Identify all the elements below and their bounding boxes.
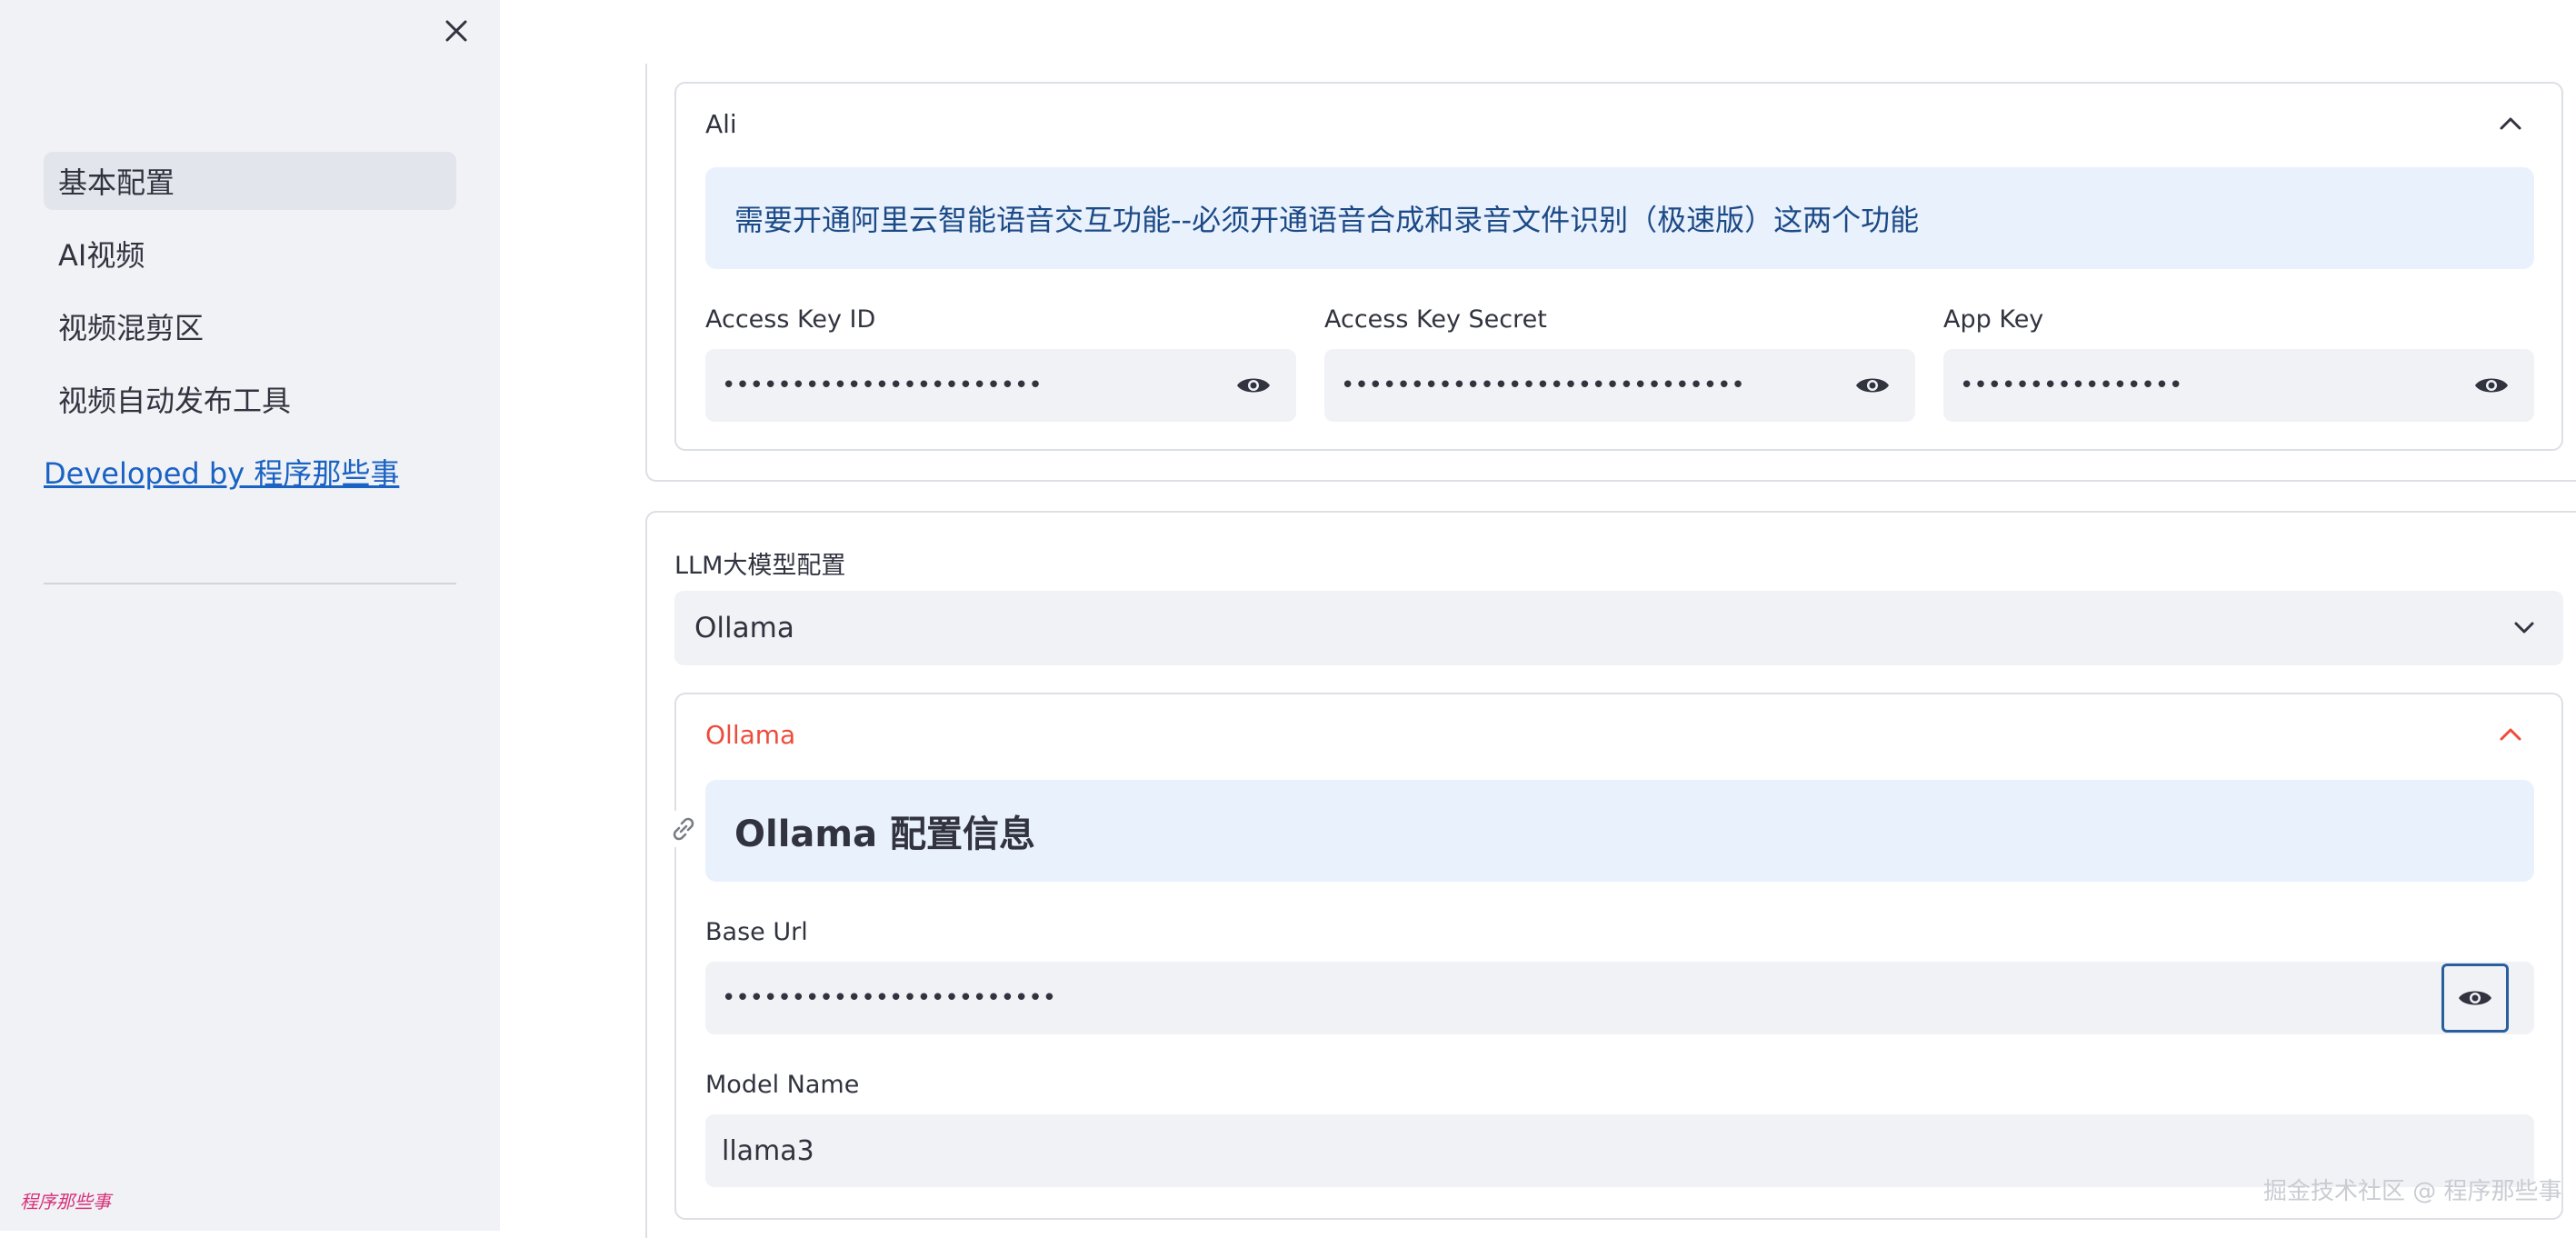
- nav-item-label: 视频自动发布工具: [58, 384, 292, 418]
- sidebar-nav: 基本配置 AI视频 视频混剪区 视频自动发布工具: [44, 152, 456, 443]
- nav-item-label: 视频混剪区: [58, 311, 205, 345]
- ollama-info-title: Ollama 配置信息: [734, 814, 1036, 855]
- access-key-secret-input[interactable]: •••••••••••••••••••••••••••••: [1324, 349, 1915, 422]
- anchor-link-button[interactable]: [664, 809, 704, 849]
- ollama-expander-header[interactable]: Ollama: [705, 720, 795, 750]
- nav-item-label: AI视频: [58, 238, 145, 273]
- toggle-base-url-visibility[interactable]: [2441, 963, 2509, 1033]
- model-name-label: Model Name: [705, 1071, 860, 1099]
- nav-item-ai-video[interactable]: AI视频: [44, 225, 456, 283]
- app-key-value: ••••••••••••••••: [1960, 372, 2183, 399]
- base-url-label: Base Url: [705, 918, 808, 946]
- toggle-access-key-secret-visibility[interactable]: [1853, 367, 1892, 404]
- developer-link[interactable]: Developed by 程序那些事: [44, 451, 399, 493]
- base-url-input[interactable]: ••••••••••••••••••••••••: [705, 962, 2534, 1034]
- close-icon: [445, 20, 467, 42]
- ali-expander: Ali 需要开通阿里云智能语音交互功能--必须开通语音合成和录音文件识别（极速版…: [674, 82, 2563, 451]
- ollama-expander: Ollama Ollama 配置信息 Base Url ••••••••••••…: [664, 693, 2563, 1220]
- eye-icon: [2475, 378, 2508, 393]
- ollama-info-heading: Ollama 配置信息: [705, 780, 2534, 882]
- nav-item-auto-publish[interactable]: 视频自动发布工具: [44, 370, 456, 428]
- collapse-ollama-button[interactable]: [2496, 720, 2525, 749]
- collapse-ali-button[interactable]: [2496, 109, 2525, 138]
- model-name-input[interactable]: llama3: [705, 1114, 2534, 1187]
- access-key-secret-label: Access Key Secret: [1324, 305, 1547, 334]
- eye-icon: [1237, 378, 1270, 393]
- chevron-up-icon: [2500, 728, 2521, 741]
- nav-item-video-mix[interactable]: 视频混剪区: [44, 297, 456, 355]
- nav-item-label: 基本配置: [58, 165, 175, 200]
- app-key-input[interactable]: ••••••••••••••••: [1943, 349, 2534, 422]
- close-sidebar-button[interactable]: [438, 13, 474, 49]
- eye-icon: [2459, 991, 2491, 1005]
- chevron-up-icon: [2500, 117, 2521, 130]
- app-key-label: App Key: [1943, 305, 2044, 334]
- ali-expander-header[interactable]: Ali: [705, 109, 737, 139]
- access-key-id-input[interactable]: •••••••••••••••••••••••: [705, 349, 1296, 422]
- eye-icon: [1856, 378, 1889, 393]
- sidebar-divider: [44, 583, 456, 584]
- model-name-value: llama3: [722, 1134, 814, 1167]
- ali-info-text: 需要开通阿里云智能语音交互功能--必须开通语音合成和录音文件识别（极速版）这两个…: [734, 203, 1920, 237]
- link-icon: [673, 817, 694, 841]
- llm-select[interactable]: Ollama: [674, 591, 2563, 665]
- nav-item-basic-config[interactable]: 基本配置: [44, 152, 456, 210]
- access-key-id-value: •••••••••••••••••••••••: [722, 372, 1043, 399]
- chevron-down-icon: [2514, 622, 2534, 634]
- ali-info-alert: 需要开通阿里云智能语音交互功能--必须开通语音合成和录音文件识别（极速版）这两个…: [705, 167, 2534, 269]
- llm-select-label: LLM大模型配置: [674, 552, 846, 580]
- toggle-access-key-id-visibility[interactable]: [1234, 367, 1273, 404]
- base-url-value: ••••••••••••••••••••••••: [722, 984, 1057, 1012]
- footer-watermark: 掘金技术社区 @ 程序那些事: [2263, 1178, 2562, 1205]
- access-key-id-label: Access Key ID: [705, 305, 876, 334]
- llm-select-value: Ollama: [694, 612, 794, 644]
- sidebar: 基本配置 AI视频 视频混剪区 视频自动发布工具 Developed by 程序…: [0, 0, 500, 1231]
- sidebar-watermark: 程序那些事: [20, 1191, 111, 1213]
- access-key-secret-value: •••••••••••••••••••••••••••••: [1341, 372, 1745, 399]
- toggle-app-key-visibility[interactable]: [2472, 367, 2511, 404]
